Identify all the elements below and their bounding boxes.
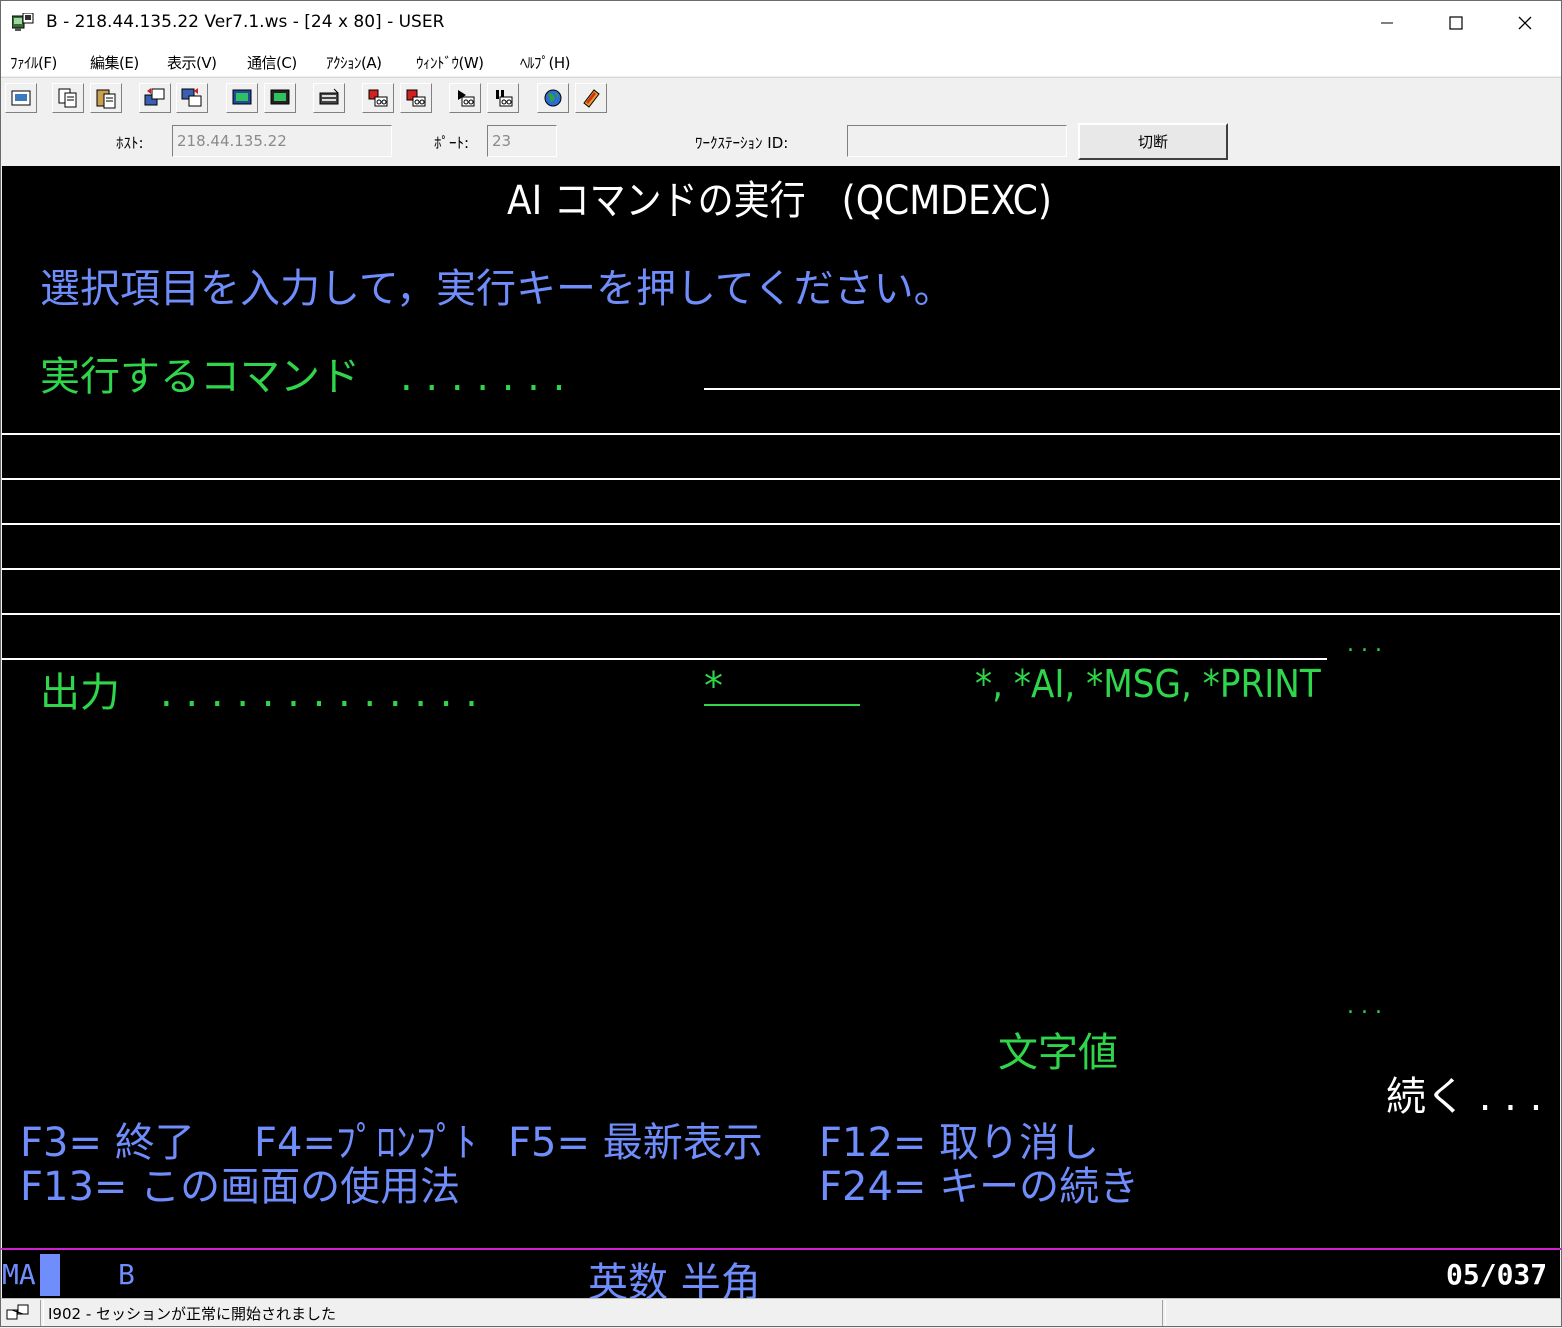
command-label: 実行するコマンド . . . . . . .: [40, 354, 566, 400]
minimize-icon: [1381, 22, 1393, 24]
display-setup-button[interactable]: [226, 83, 258, 113]
receive-file-button[interactable]: [176, 83, 208, 113]
screen-title: AI コマンドの実行 (QCMDEXC): [507, 178, 1052, 224]
print-screen-button[interactable]: [5, 83, 37, 113]
menu-file[interactable]: ﾌｧｲﾙ(F): [10, 52, 57, 73]
receive-file-icon: [181, 88, 202, 107]
copy-icon: [58, 88, 77, 108]
play-macro-button[interactable]: [449, 83, 481, 113]
status-message: I902 - セッションが正常に開始されました: [48, 1305, 337, 1323]
f24-key-text: キーの続き: [939, 1164, 1140, 1210]
status-separator: [40, 1300, 44, 1326]
command-input-line-1[interactable]: [704, 388, 1560, 390]
pause-macro-icon: [496, 90, 513, 107]
macro-button[interactable]: [313, 83, 345, 113]
values-more-indicator: . . .: [1347, 994, 1382, 1019]
window-title: B - 218.44.135.22 Ver7.1.ws - [24 x 80] …: [46, 12, 445, 32]
paste-icon: [96, 89, 116, 109]
command-input-line-3[interactable]: [2, 478, 1560, 480]
oia-input-mode: 英数 半角: [588, 1260, 761, 1298]
port-label: ﾎﾟｰﾄ:: [434, 134, 470, 152]
stop-macro-icon: [406, 89, 426, 107]
display-setup-icon: [232, 89, 252, 105]
pause-macro-button[interactable]: [487, 83, 519, 113]
record-macro-button[interactable]: [362, 83, 394, 113]
command-input-line-6[interactable]: [2, 613, 1560, 615]
command-input-line-4[interactable]: [2, 523, 1560, 525]
play-macro-icon: [458, 90, 475, 107]
char-value-label: 文字値: [998, 1030, 1118, 1076]
print-screen-icon: [11, 90, 31, 106]
more-indicator: 続く . . .: [1386, 1074, 1543, 1120]
globe-icon: [544, 89, 562, 107]
menu-view[interactable]: 表示(V): [167, 52, 217, 73]
send-file-button[interactable]: [139, 83, 171, 113]
minimize-button[interactable]: [1352, 0, 1422, 46]
paste-button[interactable]: [90, 83, 122, 113]
menu-edit[interactable]: 編集(E): [90, 52, 139, 73]
f5-key-text: 最新表示: [602, 1120, 763, 1166]
keyboard-setup-icon: [270, 89, 290, 105]
terminal-screen[interactable]: AI コマンドの実行 (QCMDEXC) 選択項目を入力して，実行キーを押してく…: [2, 166, 1560, 1298]
help-book-button[interactable]: [575, 83, 607, 113]
host-label: ﾎｽﾄ:: [116, 134, 144, 152]
f24-key[interactable]: F24= キーの続き: [819, 1154, 1139, 1212]
instruction-text: 選択項目を入力して，実行キーを押してください。: [40, 266, 954, 312]
workstation-id-field[interactable]: [847, 125, 1067, 157]
keyboard-setup-button[interactable]: [264, 83, 296, 113]
oia-session: B: [118, 1258, 135, 1291]
output-label: 出力 . . . . . . . . . . . . .: [40, 670, 478, 716]
record-macro-icon: [368, 89, 388, 107]
status-separator: [1162, 1300, 1166, 1326]
output-choices: *, *AI, *MSG, *PRINT: [975, 662, 1321, 706]
disconnect-button[interactable]: 切断: [1078, 123, 1228, 160]
command-input-line-5[interactable]: [2, 568, 1560, 570]
close-icon: [1518, 16, 1532, 30]
maximize-button[interactable]: [1421, 0, 1491, 46]
help-book-icon: [583, 89, 600, 108]
maximize-icon: [1449, 16, 1463, 30]
f5-key-label: F5=: [508, 1120, 590, 1166]
f13-key[interactable]: F13= この画面の使用法: [20, 1154, 460, 1212]
oia-cursor-block: [40, 1254, 60, 1296]
oia-indicator: MA: [2, 1258, 36, 1291]
send-file-icon: [144, 88, 165, 106]
menu-help[interactable]: ﾍﾙﾌﾟ(H): [520, 52, 570, 73]
workstation-id-label: ﾜｰｸｽﾃｰｼｮﾝ ID:: [695, 134, 789, 152]
menu-bar: [0, 46, 1562, 76]
connection-status-icon: [6, 1302, 32, 1322]
globe-button[interactable]: [537, 83, 569, 113]
stop-macro-button[interactable]: [400, 83, 432, 113]
f24-key-label: F24=: [819, 1164, 927, 1210]
menu-window[interactable]: ｳｨﾝﾄﾞｳ(W): [416, 52, 484, 73]
f13-key-text: この画面の使用法: [140, 1164, 461, 1210]
command-more-indicator: . . .: [1347, 632, 1382, 657]
host-field[interactable]: 218.44.135.22: [172, 125, 392, 157]
menu-communication[interactable]: 通信(C): [247, 52, 297, 73]
close-button[interactable]: [1490, 0, 1560, 46]
menu-action[interactable]: ｱｸｼｮﾝ(A): [326, 52, 382, 73]
output-input-underline: [704, 704, 860, 706]
oia-separator: [0, 1248, 1562, 1250]
command-input-line-2[interactable]: [2, 433, 1560, 435]
output-input[interactable]: *: [704, 664, 723, 708]
port-field[interactable]: 23: [487, 125, 557, 157]
macro-icon: [319, 88, 339, 105]
f13-key-label: F13=: [20, 1164, 128, 1210]
app-icon[interactable]: [11, 12, 34, 33]
f5-key[interactable]: F5= 最新表示: [508, 1110, 763, 1168]
copy-button[interactable]: [52, 83, 84, 113]
oia-cursor-position: 05/037: [1446, 1258, 1548, 1291]
